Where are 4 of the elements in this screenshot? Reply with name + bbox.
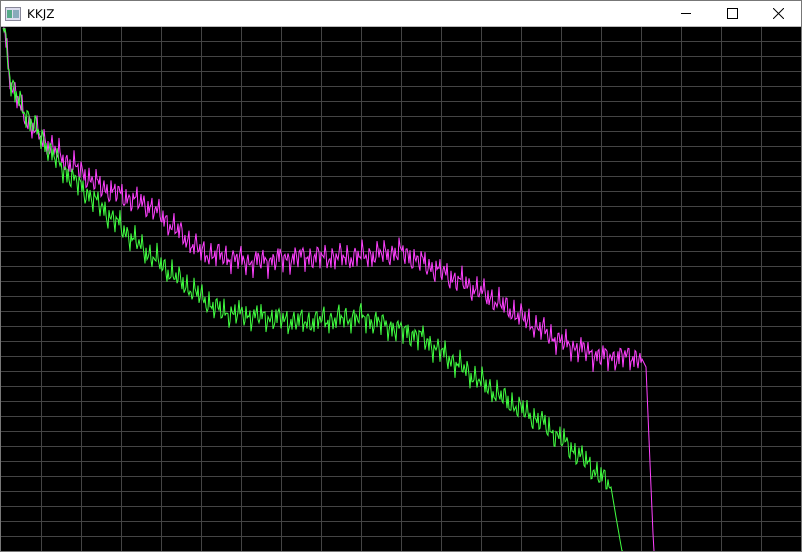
maximize-icon	[726, 8, 738, 19]
close-icon	[772, 8, 784, 19]
window-title: KKJZ	[27, 6, 56, 20]
app-icon	[5, 6, 21, 20]
